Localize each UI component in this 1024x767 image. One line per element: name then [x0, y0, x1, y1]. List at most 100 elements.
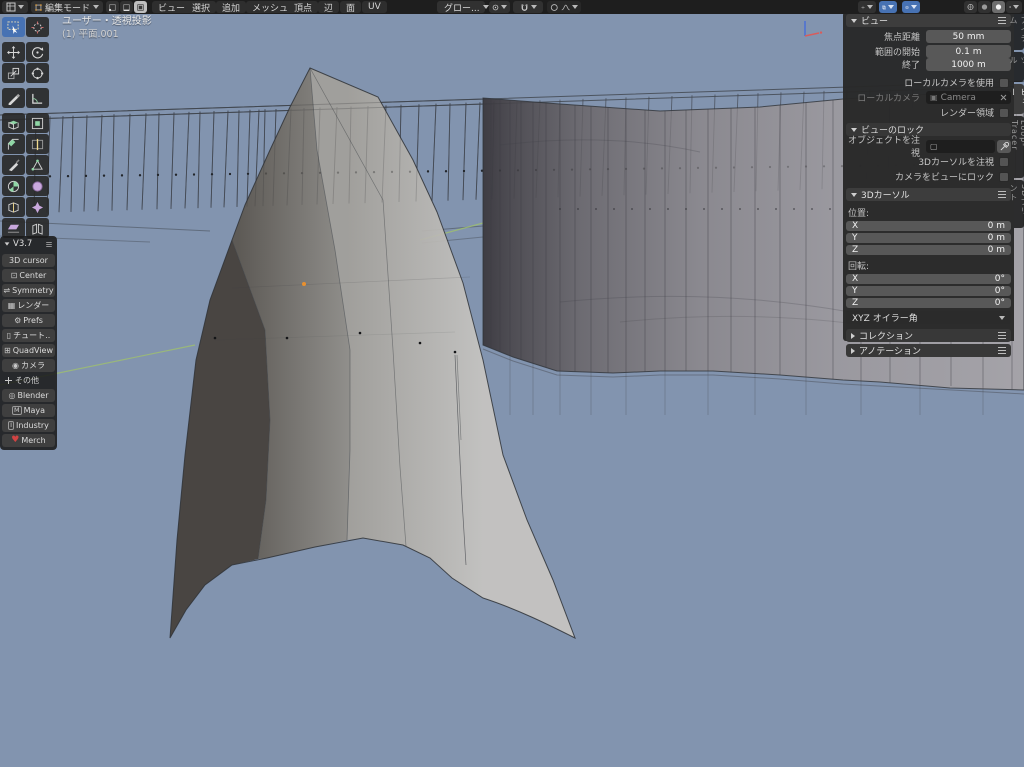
menu-mesh[interactable]: メッシュ: [246, 1, 294, 13]
quick-button-prefs[interactable]: ⚙Prefs: [2, 314, 55, 327]
cursor-location-y[interactable]: Y 0 m: [846, 233, 1011, 243]
quick-button-industry[interactable]: IIndustry: [2, 419, 55, 432]
panel-menu-icon[interactable]: [46, 244, 52, 245]
clear-icon[interactable]: [1000, 94, 1007, 101]
lock-object-field[interactable]: ▢: [926, 140, 995, 153]
show-gizmo-dropdown[interactable]: [858, 1, 876, 13]
local-camera-field[interactable]: ▣ Camera: [926, 91, 1011, 104]
cursor-rotation-label: 回転:: [848, 259, 1011, 272]
tool-3d-cursor[interactable]: [26, 17, 49, 37]
tool-knife[interactable]: [2, 155, 25, 175]
quick-button-render[interactable]: ▦レンダー: [2, 299, 55, 312]
cursor-location-x[interactable]: X 0 m: [846, 221, 1011, 231]
quick-button-maya[interactable]: MMaya: [2, 404, 55, 417]
quick-button-symmetry[interactable]: ⇌Symmetry: [2, 284, 55, 297]
cursor-location-z[interactable]: Z 0 m: [846, 245, 1011, 255]
quick-button-tutorial[interactable]: ▯チュート..: [2, 329, 55, 342]
axis-value: 0 m: [988, 245, 1005, 255]
falloff-curve-icon: [561, 3, 570, 12]
tool-measure[interactable]: [26, 88, 49, 108]
quick-button-3d-cursor[interactable]: 3D cursor: [2, 254, 55, 267]
select-mode-edge[interactable]: [120, 1, 133, 13]
tool-spin[interactable]: [2, 176, 25, 196]
shading-material-button[interactable]: [992, 1, 1005, 13]
quick-button-quadview[interactable]: ⊞QuadView: [2, 344, 55, 357]
panel-menu-icon[interactable]: [998, 20, 1006, 21]
transform-orientation-dropdown[interactable]: グロー...: [437, 1, 485, 13]
material-sphere-icon: [995, 2, 1002, 12]
shading-solid-button[interactable]: [978, 1, 991, 13]
focal-length-value[interactable]: 50 mm: [926, 30, 1011, 43]
tab-view[interactable]: ビュー: [1014, 84, 1024, 114]
clip-end-value[interactable]: 1000 m: [926, 58, 1011, 71]
select-mode-face[interactable]: [134, 1, 147, 13]
tab-item[interactable]: アイテム: [1014, 12, 1024, 50]
expand-triangle-icon: [851, 333, 855, 339]
axis-value: 0°: [995, 286, 1005, 296]
tool-shrink-fatten[interactable]: [26, 197, 49, 217]
tool-select-box[interactable]: [2, 17, 25, 37]
quick-button-merch[interactable]: ♥Merch: [2, 434, 55, 447]
editor-type-button[interactable]: [2, 1, 28, 13]
proportional-editing-controls[interactable]: [547, 1, 581, 13]
menu-select[interactable]: 選択: [186, 1, 216, 13]
tool-inset-faces[interactable]: [26, 113, 49, 133]
lock-to-3d-cursor-checkbox[interactable]: [999, 157, 1009, 167]
cursor-rotation-z[interactable]: Z 0°: [846, 298, 1011, 308]
shading-rendered-button[interactable]: [1006, 1, 1022, 13]
menu-edge[interactable]: 辺: [318, 1, 339, 13]
tool-shear[interactable]: [2, 218, 25, 238]
menu-face[interactable]: 面: [340, 1, 361, 13]
quick-row-others[interactable]: その他: [2, 374, 55, 387]
tool-scale[interactable]: [2, 63, 25, 83]
tool-bevel[interactable]: [2, 134, 25, 154]
quick-button-center[interactable]: ⊡Center: [2, 269, 55, 282]
tool-rotate[interactable]: [26, 42, 49, 62]
tool-transform[interactable]: [26, 63, 49, 83]
cursor-rotation-y[interactable]: Y 0°: [846, 286, 1011, 296]
panel-header-annotations[interactable]: アノテーション: [846, 344, 1011, 357]
tool-move[interactable]: [2, 42, 25, 62]
quick-button-blender[interactable]: ◎Blender: [2, 389, 55, 402]
panel-header-collections[interactable]: コレクション: [846, 329, 1011, 342]
industry-badge-icon: I: [8, 421, 14, 430]
rotation-mode-dropdown[interactable]: XYZ オイラー角: [846, 311, 1011, 324]
tool-extrude-region[interactable]: [2, 113, 25, 133]
select-mode-vertex[interactable]: [106, 1, 119, 13]
menu-vertex[interactable]: 頂点: [288, 1, 318, 13]
quick-button-camera[interactable]: ◉カメラ: [2, 359, 55, 372]
tool-poly-build[interactable]: [26, 155, 49, 175]
panel-menu-icon[interactable]: [998, 194, 1006, 195]
tool-edge-slide[interactable]: [2, 197, 25, 217]
cursor-rotation-x[interactable]: X 0°: [846, 274, 1011, 284]
eyedropper-button[interactable]: [997, 140, 1011, 153]
pivot-point-dropdown[interactable]: [489, 1, 510, 13]
eyedropper-icon: [1000, 142, 1009, 151]
menu-add[interactable]: 追加: [216, 1, 246, 13]
mode-dropdown[interactable]: 編集モード: [31, 1, 103, 13]
panel-menu-icon[interactable]: [998, 350, 1006, 351]
panel-header-view[interactable]: ビュー: [846, 14, 1011, 27]
heart-icon: ♥: [11, 436, 19, 445]
shading-wireframe-button[interactable]: [964, 1, 977, 13]
chevron-down-icon: [18, 5, 24, 9]
snap-controls[interactable]: [513, 1, 543, 13]
panel-header-3d-cursor[interactable]: 3Dカーソル: [846, 188, 1011, 201]
orientation-label: グロー...: [444, 1, 480, 14]
menu-uv[interactable]: UV: [362, 1, 387, 13]
tab-loop-tracer[interactable]: Loop-Tracer: [1014, 116, 1024, 178]
tool-smooth[interactable]: [26, 176, 49, 196]
tab-tool[interactable]: ツール: [1014, 52, 1024, 82]
plus-icon: [5, 377, 12, 384]
clip-start-value[interactable]: 0.1 m: [926, 45, 1011, 58]
tab-3d-print[interactable]: 3Dプリント: [1014, 180, 1024, 228]
quick-panel-header[interactable]: V3.7: [2, 238, 55, 252]
cursor-location-label: 位置:: [848, 206, 1011, 219]
tool-rip-region[interactable]: [26, 218, 49, 238]
tool-loop-cut[interactable]: [26, 134, 49, 154]
tool-annotate[interactable]: [2, 88, 25, 108]
xray-toggle[interactable]: [879, 1, 897, 13]
panel-menu-icon[interactable]: [998, 335, 1006, 336]
quick-button-label: Prefs: [23, 316, 43, 325]
show-overlays-dropdown[interactable]: [902, 1, 920, 13]
